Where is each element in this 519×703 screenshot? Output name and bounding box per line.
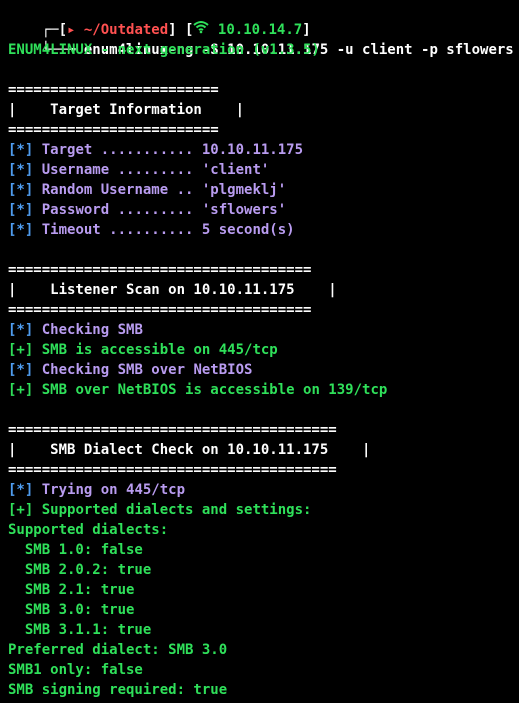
section-rule: ========================= (8, 122, 219, 138)
log-tag: [*] (8, 142, 34, 158)
log-line: [*] Timeout .......... 5 second(s) (8, 220, 295, 240)
section-rule: ==================================== (8, 262, 312, 278)
log-line: [*] Random Username .. 'plgmeklj' (8, 180, 286, 200)
output-line: Preferred dialect: SMB 3.0 (8, 642, 228, 658)
log-tag: [+] (8, 342, 34, 358)
terminal[interactable]: ┌─[▸ ~/Outdated] [ 10.10.14.7] └──╼ enum… (0, 0, 519, 703)
log-line: [+] SMB is accessible on 445/tcp (8, 340, 278, 360)
section-title: | SMB Dialect Check on 10.10.11.175 | (8, 442, 371, 458)
output-line: SMB signing required: true (8, 682, 228, 698)
section-title: | Target Information | (8, 102, 245, 118)
log-text: Checking SMB over NetBIOS (41, 362, 253, 378)
log-tag: [+] (8, 382, 34, 398)
log-tag: [+] (8, 502, 34, 518)
log-line: [+] Supported dialects and settings: (8, 500, 311, 520)
output-line: Supported dialects: (8, 522, 169, 538)
log-text: Checking SMB (41, 322, 143, 338)
section-rule: ==================================== (8, 302, 312, 318)
output-line: SMB 2.1: true (8, 582, 135, 598)
log-text: SMB is accessible on 445/tcp (41, 342, 278, 358)
log-tag: [*] (8, 202, 34, 218)
prompt-line: ┌─[▸ ~/Outdated] [ 10.10.14.7] (8, 0, 311, 38)
log-tag: [*] (8, 322, 34, 338)
log-line: [*] Trying on 445/tcp (8, 480, 185, 500)
section-rule: ======================================= (8, 422, 337, 438)
command-line: └──╼ enum4linux-ng -S 10.10.11.175 -u cl… (8, 20, 514, 58)
log-line: [*] Checking SMB over NetBIOS (8, 360, 252, 380)
output-line: SMB 3.0: true (8, 602, 135, 618)
banner: ENUM4LINUX - next generation (v1.3.5) (8, 42, 320, 58)
log-tag: [*] (8, 362, 34, 378)
output-line: SMB 2.0.2: true (8, 562, 152, 578)
log-text: Random Username .. 'plgmeklj' (41, 182, 287, 198)
log-text: SMB over NetBIOS is accessible on 139/tc… (41, 382, 388, 398)
log-text: Trying on 445/tcp (41, 482, 186, 498)
log-text: Supported dialects and settings: (41, 502, 312, 518)
log-line: [+] SMB over NetBIOS is accessible on 13… (8, 380, 387, 400)
log-text: Timeout .......... 5 second(s) (41, 222, 295, 238)
log-line: [*] Target ........... 10.10.11.175 (8, 140, 303, 160)
log-text: Target ........... 10.10.11.175 (41, 142, 304, 158)
log-line: [*] Username ......... 'client' (8, 160, 269, 180)
section-rule: ========================= (8, 82, 219, 98)
log-tag: [*] (8, 482, 34, 498)
log-text: Password ......... 'sflowers' (41, 202, 287, 218)
log-text: Username ......... 'client' (41, 162, 270, 178)
output-line: SMB1 only: false (8, 662, 143, 678)
section-rule: ======================================= (8, 462, 337, 478)
log-line: [*] Checking SMB (8, 320, 143, 340)
output-line: SMB 1.0: false (8, 542, 143, 558)
output-line: SMB 3.1.1: true (8, 622, 152, 638)
section-title: | Listener Scan on 10.10.11.175 | (8, 282, 337, 298)
log-line: [*] Password ......... 'sflowers' (8, 200, 286, 220)
log-tag: [*] (8, 222, 34, 238)
log-tag: [*] (8, 162, 34, 178)
log-tag: [*] (8, 182, 34, 198)
